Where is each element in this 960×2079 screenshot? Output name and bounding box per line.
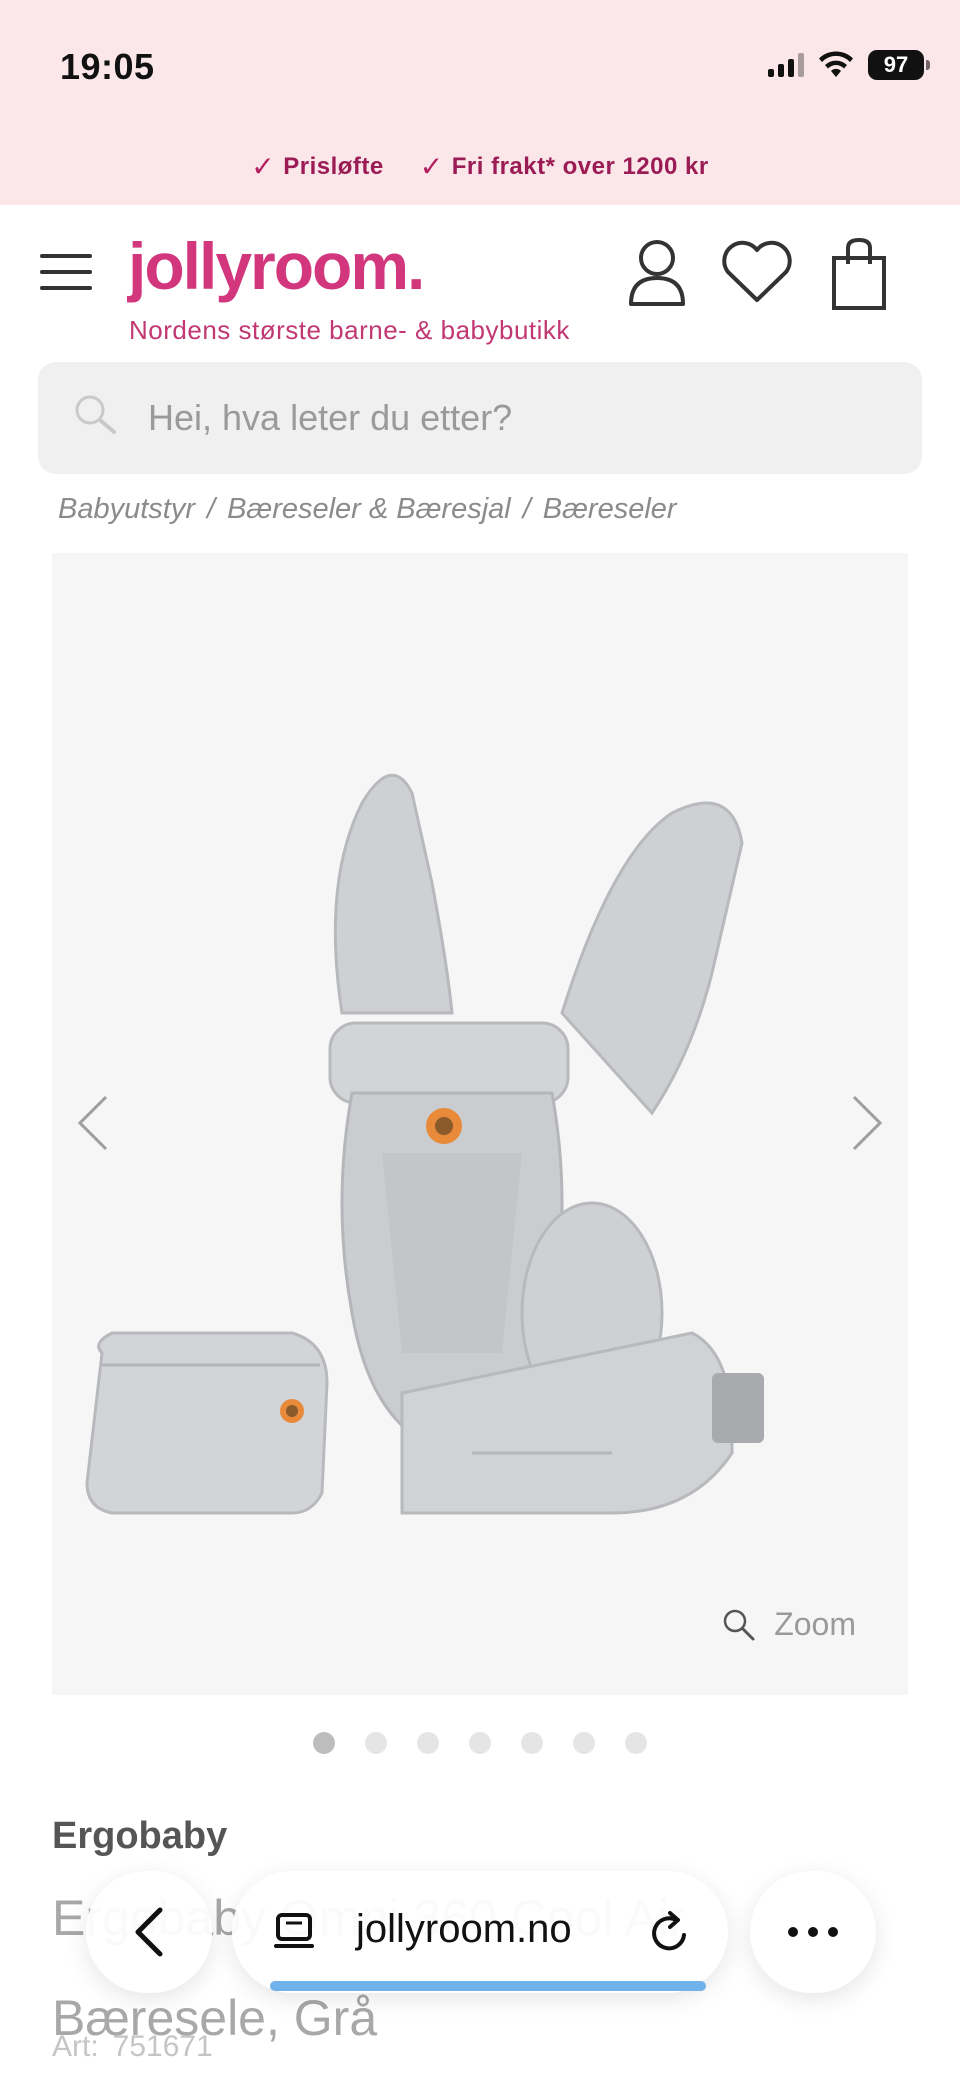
promo-label: Fri frakt* over 1200 kr [451,152,709,180]
promo-bar: ✓ Prisløfte ✓ Fri frakt* over 1200 kr [0,150,960,183]
carousel-dot[interactable] [625,1732,647,1754]
promo-item-price-promise[interactable]: ✓ Prisløfte [251,150,384,183]
carousel-dots [0,1732,960,1754]
page-load-progress [270,1981,706,1991]
product-image-gallery[interactable]: Zoom [52,553,908,1695]
page-menu-icon [274,1913,314,1948]
status-time: 19:05 [60,46,155,87]
search-icon [75,395,116,434]
more-dots-icon [788,1927,838,1937]
zoom-icon [723,1609,755,1640]
browser-back-button[interactable] [86,1871,212,1993]
carousel-dot[interactable] [417,1732,439,1754]
battery-level: 97 [868,50,924,80]
battery-icon: 97 [868,50,930,80]
heart-icon[interactable] [720,238,794,304]
article-value: 751671 [112,2030,213,2063]
previous-image-arrow[interactable] [74,1093,114,1153]
breadcrumb-separator: / [207,493,216,525]
promo-label: Prisløfte [283,152,384,180]
chevron-left-icon [135,1907,163,1957]
url-text: jollyroom.no [356,1907,572,1951]
breadcrumb-item-baereseler-baeresjal[interactable]: Bæreseler & Bæresjal [227,493,511,526]
breadcrumb: Babyutstyr / Bæreseler & Bæresjal / Bære… [58,493,677,526]
checkmark-icon: ✓ [419,151,444,182]
carousel-dot[interactable] [313,1732,335,1754]
article-label: Art: [52,2030,99,2063]
wifi-icon [819,51,853,77]
zoom-label: Zoom [774,1606,856,1642]
status-icons: 97 [768,50,930,80]
next-image-arrow[interactable] [846,1093,886,1153]
breadcrumb-separator: / [522,493,531,525]
article-number: Art: 751671 [52,2030,213,2064]
zoom-button[interactable]: Zoom [722,1606,856,1643]
shopping-bag-icon[interactable] [828,238,890,312]
breadcrumb-item-babyutstyr[interactable]: Babyutstyr [58,493,195,526]
carousel-dot[interactable] [521,1732,543,1754]
carousel-dot[interactable] [365,1732,387,1754]
address-bar[interactable]: jollyroom.no [232,1871,728,1993]
product-brand[interactable]: Ergobaby [52,1815,227,1858]
breadcrumb-item-baereseler[interactable]: Bæreseler [543,493,677,526]
cellular-signal-icon [768,53,804,77]
promo-item-free-shipping[interactable]: ✓ Fri frakt* over 1200 kr [420,150,709,183]
product-image[interactable] [52,553,908,1695]
logo[interactable]: jollyroom. [128,228,425,304]
browser-more-button[interactable] [750,1871,876,1993]
tagline: Nordens største barne- & babybutikk [129,315,570,345]
reload-icon[interactable] [648,1909,692,1955]
carousel-dot[interactable] [573,1732,595,1754]
menu-icon[interactable] [40,254,92,290]
checkmark-icon: ✓ [251,151,276,182]
search-bar[interactable] [38,362,922,474]
carousel-dot[interactable] [469,1732,491,1754]
search-input[interactable] [148,362,888,474]
user-icon[interactable] [626,238,688,308]
